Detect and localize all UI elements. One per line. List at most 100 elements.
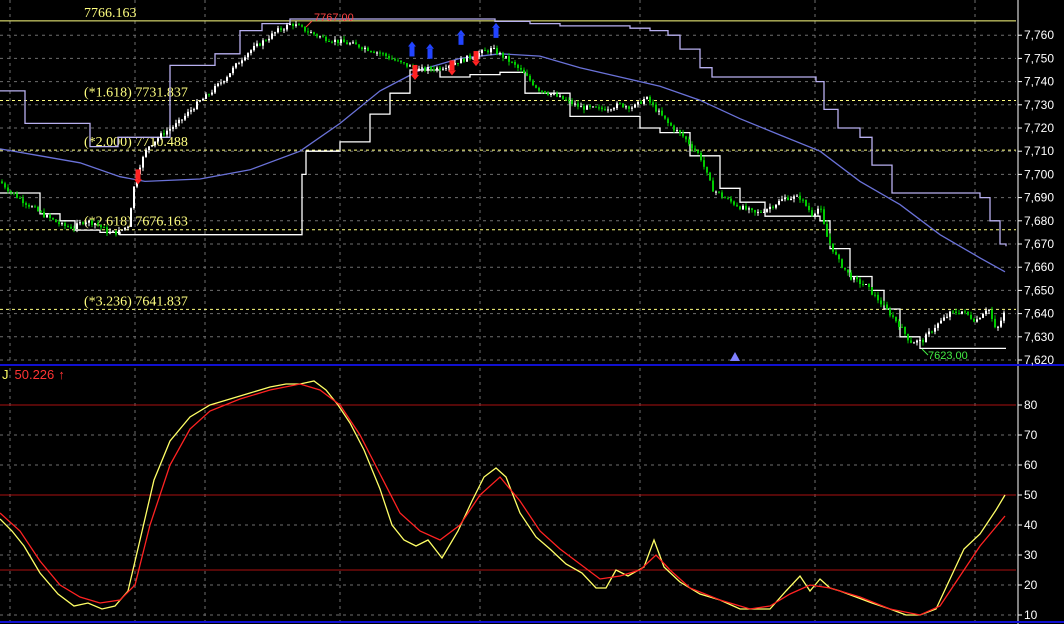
- candle-body: [391, 58, 393, 60]
- candle-body: [718, 191, 720, 193]
- candle-body: [55, 219, 57, 223]
- candle-body: [517, 64, 519, 68]
- candle-body: [583, 106, 585, 110]
- fib-label: (*1.618) 7731.837: [84, 86, 188, 101]
- candle-body: [817, 208, 819, 214]
- candle-body: [298, 24, 300, 26]
- candle-body: [613, 108, 615, 110]
- candle-body: [349, 43, 351, 45]
- sell-arrow-icon: [408, 41, 416, 47]
- candle-body: [205, 94, 207, 99]
- candle-body: [643, 99, 645, 104]
- candle-body: [625, 106, 627, 108]
- candle-body: [604, 109, 606, 111]
- candle-body: [610, 109, 612, 111]
- price-tick-label: 7,680: [1024, 214, 1054, 228]
- price-tick-label: 7,710: [1024, 144, 1054, 158]
- candle-body: [715, 191, 717, 193]
- candle-body: [925, 334, 927, 343]
- candle-body: [736, 204, 738, 207]
- candle-body: [979, 317, 981, 320]
- candle-body: [658, 110, 660, 112]
- candle-body: [778, 200, 780, 205]
- price-tick-label: 7,660: [1024, 260, 1054, 274]
- candle-body: [106, 227, 108, 234]
- low-annotation-label: 7623.00: [928, 350, 968, 362]
- candle-body: [46, 214, 48, 218]
- candle-body: [313, 32, 315, 35]
- price-tick-label: 7,720: [1024, 121, 1054, 135]
- fib-levels: 7766.163(*1.618) 7731.837(*2.000) 7710.4…: [0, 6, 1016, 310]
- candle-body: [253, 46, 255, 51]
- candle-body: [922, 339, 924, 343]
- fib-label: (*3.236) 7641.837: [84, 294, 188, 309]
- candle-body: [268, 38, 270, 41]
- candle-body: [772, 206, 774, 208]
- sell-marker: [493, 27, 499, 38]
- candle-body: [751, 208, 753, 210]
- candle-body: [763, 211, 765, 213]
- candle-body: [835, 251, 837, 255]
- candle-body: [130, 208, 132, 227]
- candle-body: [502, 52, 504, 58]
- buy-arrow-icon: [411, 75, 419, 80]
- candle-body: [274, 32, 276, 34]
- candle-body: [880, 300, 882, 305]
- candle-body: [373, 51, 375, 53]
- buy-arrow-icon: [472, 61, 480, 67]
- candle-body: [10, 191, 12, 193]
- candle-body: [160, 133, 162, 139]
- candle-body: [22, 198, 24, 204]
- candle-body: [418, 68, 420, 71]
- candle-body: [802, 199, 804, 201]
- candle-body: [124, 227, 126, 230]
- candle-body: [499, 52, 501, 55]
- candle-body: [361, 47, 363, 50]
- candle-body: [151, 145, 153, 147]
- candle-body: [898, 321, 900, 327]
- candle-body: [73, 228, 75, 230]
- candle-body: [13, 192, 15, 194]
- candle-body: [289, 24, 291, 25]
- price-tick-label: 7,750: [1024, 51, 1054, 65]
- candle-body: [4, 183, 6, 188]
- candle-body: [436, 67, 438, 71]
- indicator-tick-label: 50: [1024, 488, 1038, 502]
- candle-body: [706, 166, 708, 173]
- indicator-tick-label: 20: [1024, 578, 1038, 592]
- candle-body: [331, 41, 333, 43]
- candle-body: [259, 43, 261, 46]
- candle-body: [271, 33, 273, 39]
- candle-body: [433, 69, 435, 71]
- buy-marker: [412, 65, 418, 75]
- candle-body: [913, 342, 915, 344]
- candle-body: [172, 127, 174, 129]
- candle-body: [577, 103, 579, 107]
- candle-body: [241, 60, 243, 64]
- candle-body: [292, 24, 294, 26]
- candle-body: [145, 150, 147, 157]
- candle-body: [652, 102, 654, 105]
- buy-marker: [449, 60, 455, 71]
- candle-body: [226, 77, 228, 82]
- candle-body: [667, 118, 669, 123]
- high-annotation-label: 7767.00: [314, 12, 354, 24]
- candle-body: [946, 316, 948, 318]
- candle-body: [382, 53, 384, 55]
- candle-body: [586, 105, 588, 110]
- candle-body: [622, 103, 624, 108]
- candle-body: [541, 90, 543, 92]
- candle-body: [43, 211, 45, 218]
- candle-body: [325, 36, 327, 41]
- candle-body: [85, 222, 87, 224]
- candle-body: [766, 209, 768, 212]
- high-annotation-pointer: [305, 20, 313, 28]
- candle-body: [487, 50, 489, 53]
- buy-marker: [135, 169, 141, 180]
- candle-body: [664, 115, 666, 119]
- indicator-grid: [0, 368, 1016, 624]
- candle-body: [217, 83, 219, 86]
- candle-body: [964, 311, 966, 313]
- candle-body: [31, 206, 33, 208]
- candle-body: [100, 224, 102, 228]
